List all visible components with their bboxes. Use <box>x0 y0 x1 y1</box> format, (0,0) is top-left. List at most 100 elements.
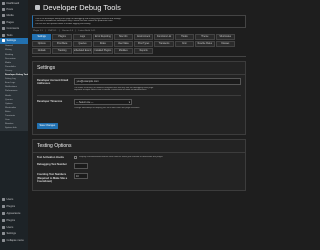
test-number-input[interactable] <box>74 163 88 170</box>
test-number-row: Debugging Test Number <box>37 163 241 170</box>
count-label: Counting Test Numbers (Required to Make … <box>37 173 68 183</box>
main-content: Developer Debug Tools This is the develo… <box>28 0 250 250</box>
section-title: Testing Options <box>33 140 245 153</box>
settings-panel: Settings Developer Account Email Address… <box>32 60 246 135</box>
sidebar-item-label: Plugins <box>6 204 16 208</box>
sidebar-item-label: Appearance <box>6 211 21 215</box>
tab[interactable]: Logs <box>72 34 93 41</box>
notice-line: You can use the options below to enable … <box>35 22 91 25</box>
sidebar-item[interactable]: Appearance <box>0 210 28 217</box>
meta-item: PHP 8.1 <box>48 30 57 33</box>
tab[interactable]: Installed Plugins <box>93 48 113 55</box>
tab-bar: Settings Plugins Logs Error Reporting Site I… <box>32 34 246 57</box>
admin-sidebar: Dashboard Posts Media Pages Comments Tools Se… <box>0 0 28 250</box>
timezone-select[interactable]: — Select one — ▾ <box>74 99 132 106</box>
gear-icon <box>2 232 5 236</box>
tab[interactable]: Shortcodes <box>215 34 235 41</box>
tab[interactable]: Post Types <box>133 41 154 48</box>
tab[interactable]: Modules <box>113 48 133 55</box>
sidebar-item-label: Posts <box>6 8 14 12</box>
email-description: Separate multiple emails with a comma. L… <box>74 89 147 92</box>
comment-icon <box>2 27 5 31</box>
test-number-label: Debugging Test Number <box>37 163 67 167</box>
version-meta: Plugin 1.1 | PHP 8.1 | Version 1.4 | Lat… <box>33 30 247 32</box>
tab[interactable]: Functions List <box>154 34 174 41</box>
meta-item: Version 1.4 <box>62 30 73 33</box>
activation-row: Test Activation Hooks Display activation… <box>37 156 241 160</box>
tab[interactable]: Globals <box>32 48 52 55</box>
plugin-header: Developer Debug Tools <box>31 0 247 15</box>
email-label: Developer Account Email Addresses <box>37 78 69 85</box>
tab[interactable]: Tracking <box>52 48 72 55</box>
testing-panel: Testing Options Test Activation Hooks Di… <box>32 139 246 192</box>
media-icon <box>2 14 5 18</box>
tab[interactable]: Roles <box>93 41 113 48</box>
sidebar-item-label: Pages <box>6 20 14 24</box>
meta-item: Plugin 1.1 <box>33 30 43 33</box>
tab[interactable]: Transients <box>154 41 174 48</box>
info-notice: This is the developer debug tools page f… <box>32 15 246 29</box>
sliders-icon <box>2 39 5 43</box>
activation-checkbox[interactable] <box>74 156 78 160</box>
section-title: Settings <box>33 62 245 75</box>
meta-separator: | <box>45 30 46 33</box>
tab[interactable]: Site Info <box>113 34 133 41</box>
pin-icon <box>2 8 5 12</box>
sidebar-item[interactable]: Plugins <box>0 203 28 210</box>
collapse-icon <box>2 239 5 243</box>
plug-icon <box>2 218 5 222</box>
meta-separator: | <box>58 30 60 33</box>
email-field[interactable]: you@example.com <box>74 77 241 85</box>
sidebar-item-label: Dashboard <box>6 1 20 5</box>
save-button[interactable]: Save Changes <box>37 122 58 129</box>
timezone-label: Developer Timezone <box>37 100 63 104</box>
email-row: Developer Account Email Addresses you@ex… <box>37 77 241 93</box>
sidebar-item-label: Media <box>6 14 14 18</box>
tab[interactable]: Classes <box>215 41 235 48</box>
tab[interactable]: Reports <box>133 48 154 55</box>
meta-item: Latest Build 1.4.1 <box>78 30 96 33</box>
sidebar-item-label: Plugins <box>6 218 16 222</box>
activation-label: Test Activation Hooks <box>37 156 64 159</box>
tab[interactable]: Queries <box>72 41 93 48</box>
tab[interactable]: User Meta <box>113 41 133 48</box>
sidebar-item-label: Tools <box>6 33 13 37</box>
settings-submenu: General Writing Reading Discussion Media Perm… <box>0 43 28 132</box>
timezone-value: — Select one — <box>76 100 94 104</box>
tab[interactable]: Options <box>32 41 52 48</box>
count-row: Counting Test Numbers (Required to Make … <box>37 173 241 183</box>
tab[interactable]: Hooks <box>174 34 195 41</box>
tab[interactable]: Error Reporting <box>93 34 113 41</box>
divider <box>37 95 241 97</box>
count-input[interactable]: 10 <box>74 173 88 180</box>
sidebar-item[interactable]: Users <box>0 196 28 203</box>
tab[interactable]: Settings <box>32 34 52 41</box>
sidebar-item-label: Users <box>6 197 14 201</box>
sidebar-item[interactable]: Users <box>0 224 28 231</box>
sidebar-item-label: Comments <box>6 27 20 31</box>
sidebar-item[interactable]: Collapse menu <box>0 237 28 244</box>
timezone-description: Change timestamps to display your local … <box>74 107 140 110</box>
sidebar-item[interactable]: Settings <box>0 230 28 237</box>
sidebar-subitem[interactable]: System Info <box>0 126 28 130</box>
tab[interactable]: Environment <box>133 34 154 41</box>
brush-icon <box>2 211 5 215</box>
wrench-icon <box>2 33 5 37</box>
tab[interactable]: Cron <box>174 41 195 48</box>
user-icon <box>2 225 5 229</box>
sidebar-item-label: Users <box>6 225 14 229</box>
page-title: Developer Debug Tools <box>43 3 121 12</box>
sidebar-item-label: Settings <box>6 232 16 236</box>
sidebar-item-label: Collapse menu <box>6 239 24 243</box>
tab[interactable]: Rewrite Rules <box>195 41 215 48</box>
meta-separator: | <box>75 30 77 33</box>
dashboard-icon <box>2 1 5 5</box>
tab[interactable]: Theme <box>195 34 215 41</box>
users-icon <box>2 197 5 201</box>
tab[interactable]: Post Meta <box>52 41 72 48</box>
page-icon <box>2 20 5 24</box>
tab[interactable]: Plugins <box>52 34 72 41</box>
tab[interactable]: Scheduled Events <box>72 48 93 55</box>
activation-description: Display activation/deactivation hook not… <box>78 156 164 158</box>
sidebar-item[interactable]: Plugins <box>0 217 28 224</box>
